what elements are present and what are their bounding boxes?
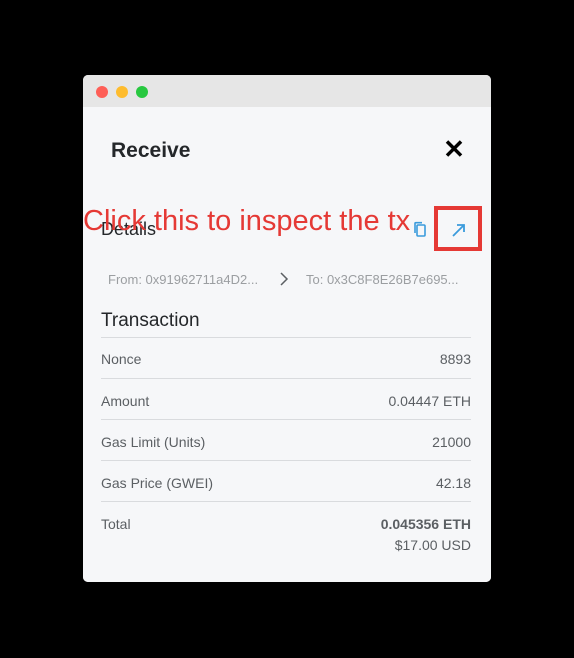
divider xyxy=(101,419,471,420)
close-icon[interactable]: ✕ xyxy=(441,135,467,163)
title-bar xyxy=(83,75,491,107)
from-address: From: 0x91962711a4D2... xyxy=(108,272,259,287)
total-usd-value: $17.00 USD xyxy=(394,537,471,553)
external-link-icon xyxy=(452,224,465,237)
receive-panel: Receive ✕ Details From: 0x91962711a4D2..… xyxy=(83,107,491,582)
nonce-label: Nonce xyxy=(101,351,142,367)
total-eth-value: 0.045356 ETH xyxy=(380,516,471,532)
annotation-callout: Click this to inspect the tx xyxy=(83,205,411,237)
window-maximize-button[interactable] xyxy=(136,86,148,98)
page-title: Receive xyxy=(111,139,191,162)
gas-limit-value: 21000 xyxy=(432,434,471,450)
amount-value: 0.04447 ETH xyxy=(388,393,472,409)
total-label: Total xyxy=(101,516,131,532)
amount-label: Amount xyxy=(101,393,150,409)
nonce-value: 8893 xyxy=(439,351,471,367)
chevron-right-icon xyxy=(280,272,289,286)
wallet-window: Receive ✕ Details From: 0x91962711a4D2..… xyxy=(83,75,491,582)
gas-price-value: 42.18 xyxy=(435,475,471,491)
open-in-explorer-button[interactable] xyxy=(434,206,482,251)
gas-limit-label: Gas Limit (Units) xyxy=(101,434,206,450)
copy-icon[interactable] xyxy=(412,221,428,239)
window-close-button[interactable] xyxy=(96,86,108,98)
divider xyxy=(101,501,471,502)
gas-price-label: Gas Price (GWEI) xyxy=(101,475,214,491)
divider xyxy=(101,460,471,461)
to-address: To: 0x3C8F8E26B7e695... xyxy=(306,272,459,287)
transaction-heading: Transaction xyxy=(101,310,200,331)
divider xyxy=(101,337,471,338)
window-minimize-button[interactable] xyxy=(116,86,128,98)
divider xyxy=(101,378,471,379)
